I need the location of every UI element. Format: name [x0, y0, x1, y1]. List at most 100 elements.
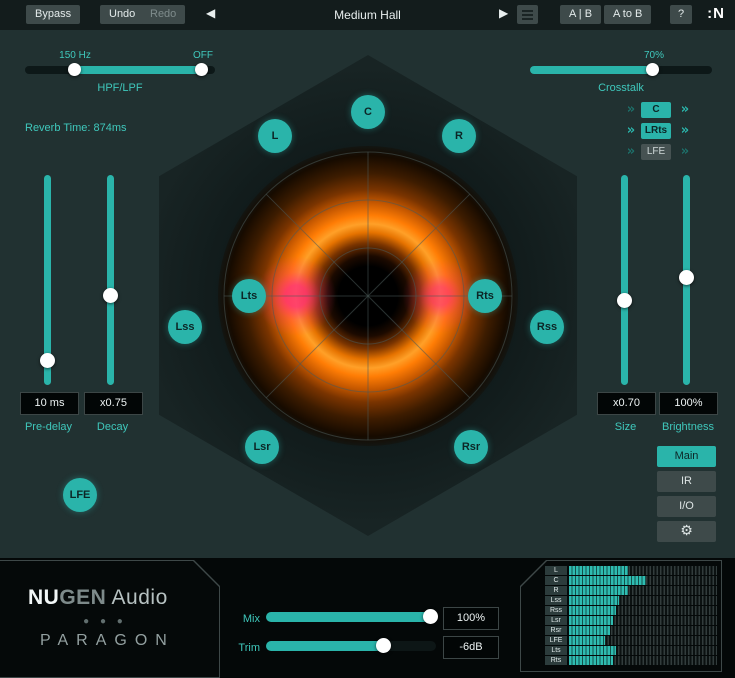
meter-level [569, 606, 616, 615]
help-button[interactable]: ? [670, 5, 692, 24]
nugen-logo-icon: :N [707, 5, 725, 22]
meter-level [569, 566, 628, 575]
meter-row: Rsr [545, 626, 717, 635]
brand-panel: NUGEN Audio ● ● ● PARAGON [0, 561, 219, 677]
view-ir-button[interactable]: IR [657, 471, 716, 492]
lpf-value-label: OFF [173, 50, 233, 61]
size-label: Size [597, 421, 654, 433]
decay-label: Decay [84, 421, 141, 433]
crosstalk-value-label: 70% [624, 50, 684, 61]
route-send-left-icon[interactable]: » [622, 144, 640, 159]
meter-label: L [545, 566, 567, 575]
meter-row: Lts [545, 646, 717, 655]
meter-row: R [545, 586, 717, 595]
channel-node-rss[interactable]: Rss [530, 310, 564, 344]
decay-fader[interactable] [107, 175, 114, 385]
channel-node-c[interactable]: C [351, 95, 385, 129]
hpf-lpf-range-fill [75, 66, 202, 74]
hpf-handle[interactable] [68, 63, 81, 76]
mix-value[interactable]: 100% [443, 607, 499, 630]
brand-dots: ● ● ● [0, 616, 210, 627]
mix-fill [266, 612, 436, 622]
meter-level [569, 636, 605, 645]
predelay-label: Pre-delay [20, 421, 77, 433]
brightness-value[interactable]: 100% [659, 392, 718, 415]
channel-node-lts[interactable]: Lts [232, 279, 266, 313]
meter-row: Lss [545, 596, 717, 605]
nugen-audio-wordmark: NUGEN Audio [28, 586, 168, 610]
route-lfe-button[interactable]: LFE [641, 144, 671, 160]
brightness-fader[interactable] [683, 175, 690, 385]
a-to-b-button[interactable]: A to B [604, 5, 651, 24]
predelay-fader[interactable] [44, 175, 51, 385]
trim-label: Trim [228, 642, 260, 654]
brightness-fader-handle[interactable] [679, 270, 694, 285]
reverb-time-readout: Reverb Time: 874ms [25, 122, 126, 134]
meter-row: L [545, 566, 717, 575]
crosstalk-fill [530, 66, 653, 74]
mix-slider[interactable] [266, 612, 436, 622]
preset-list-icon[interactable] [517, 5, 538, 24]
channel-node-r[interactable]: R [442, 119, 476, 153]
crosstalk-label: Crosstalk [530, 82, 712, 94]
meter-level [569, 616, 613, 625]
mix-label: Mix [228, 613, 260, 625]
top-toolbar: Medium Hall Bypass Undo Redo ◀ ▶ A | B A… [0, 0, 735, 30]
predelay-fader-handle[interactable] [40, 353, 55, 368]
paragon-plugin-window: Medium Hall Bypass Undo Redo ◀ ▶ A | B A… [0, 0, 735, 678]
view-io-button[interactable]: I/O [657, 496, 716, 517]
meter-level [569, 656, 613, 665]
meter-label: Rss [545, 606, 567, 615]
size-fader-handle[interactable] [617, 293, 632, 308]
meter-level [569, 646, 616, 655]
size-value[interactable]: x0.70 [597, 392, 656, 415]
previous-preset-icon[interactable]: ◀ [206, 6, 215, 20]
output-level-meters: L C R Lss Rss Lsr Rsr LFE Lts Rts [545, 566, 717, 666]
redo-button[interactable]: Redo [141, 5, 185, 24]
hpf-lpf-slider[interactable] [25, 66, 215, 74]
decay-fader-handle[interactable] [103, 288, 118, 303]
route-send-left-icon[interactable]: » [622, 102, 640, 117]
meter-track [569, 576, 717, 585]
meter-label: Lsr [545, 616, 567, 625]
meter-label: Rts [545, 656, 567, 665]
route-c-button[interactable]: C [641, 102, 671, 118]
next-preset-icon[interactable]: ▶ [499, 6, 508, 20]
meter-track [569, 606, 717, 615]
settings-gear-icon[interactable]: ⚙ [657, 521, 716, 542]
crosstalk-handle[interactable] [646, 63, 659, 76]
route-send-right-icon[interactable]: » [676, 144, 694, 159]
predelay-value[interactable]: 10 ms [20, 392, 79, 415]
trim-handle[interactable] [376, 638, 391, 653]
brand-nu: NU [28, 586, 59, 609]
meter-label: Lss [545, 596, 567, 605]
meter-label: C [545, 576, 567, 585]
channel-node-l[interactable]: L [258, 119, 292, 153]
crosstalk-slider[interactable] [530, 66, 712, 74]
meter-label: Rsr [545, 626, 567, 635]
channel-node-lsr[interactable]: Lsr [245, 430, 279, 464]
meter-track [569, 656, 717, 665]
meter-track [569, 616, 717, 625]
channel-node-lfe[interactable]: LFE [63, 478, 97, 512]
route-send-right-icon[interactable]: » [676, 123, 694, 138]
route-send-right-icon[interactable]: » [676, 102, 694, 117]
undo-button[interactable]: Undo [100, 5, 144, 24]
decay-value[interactable]: x0.75 [84, 392, 143, 415]
meter-row: C [545, 576, 717, 585]
channel-node-rsr[interactable]: Rsr [454, 430, 488, 464]
trim-slider[interactable] [266, 641, 436, 651]
size-fader[interactable] [621, 175, 628, 385]
mix-handle[interactable] [423, 609, 438, 624]
bypass-button[interactable]: Bypass [26, 5, 80, 24]
view-main-button[interactable]: Main [657, 446, 716, 467]
lpf-handle[interactable] [195, 63, 208, 76]
channel-node-rts[interactable]: Rts [468, 279, 502, 313]
trim-value[interactable]: -6dB [443, 636, 499, 659]
route-lrts-button[interactable]: LRts [641, 123, 671, 139]
channel-node-lss[interactable]: Lss [168, 310, 202, 344]
route-send-left-icon[interactable]: » [622, 123, 640, 138]
meter-level [569, 626, 610, 635]
meter-row: LFE [545, 636, 717, 645]
ab-compare-button[interactable]: A | B [560, 5, 601, 24]
